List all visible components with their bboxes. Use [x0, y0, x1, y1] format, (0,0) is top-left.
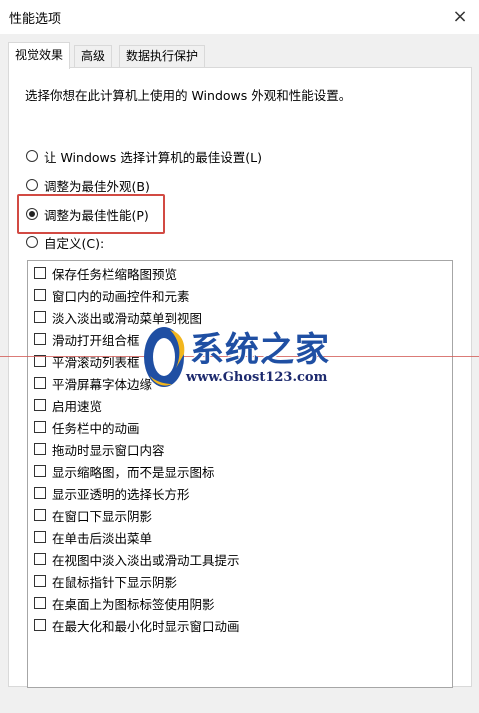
checkbox-label: 在窗口下显示阴影	[52, 508, 153, 524]
checkbox-label: 拖动时显示窗口内容	[52, 442, 165, 458]
window-title: 性能选项	[9, 12, 62, 27]
list-item[interactable]: 窗口内的动画控件和元素	[34, 285, 190, 305]
checkbox-label: 在鼠标指针下显示阴影	[52, 574, 178, 590]
tab-visual-effects[interactable]: 视觉效果	[8, 42, 71, 69]
list-item[interactable]: 在窗口下显示阴影	[34, 505, 152, 525]
checkbox[interactable]	[34, 487, 46, 499]
checkbox[interactable]	[34, 509, 46, 521]
title-bar: 性能选项 ×	[0, 0, 479, 34]
checkbox[interactable]	[34, 399, 46, 411]
checkbox[interactable]	[34, 289, 46, 301]
list-item[interactable]: 在单击后淡出菜单	[34, 527, 152, 547]
list-item[interactable]: 滑动打开组合框	[34, 329, 140, 349]
description-text: 选择你想在此计算机上使用的 Windows 外观和性能设置。	[25, 88, 352, 103]
radio-button[interactable]	[26, 150, 38, 162]
watermark-name: 系统之家	[190, 330, 330, 370]
radio-label: 自定义(C):	[44, 235, 105, 251]
checkbox[interactable]	[34, 443, 46, 455]
list-item[interactable]: 平滑滚动列表框	[34, 351, 140, 371]
list-item[interactable]: 在最大化和最小化时显示窗口动画	[34, 615, 240, 635]
checkbox-label: 显示亚透明的选择长方形	[52, 486, 190, 502]
checkbox-label: 平滑屏幕字体边缘	[52, 376, 153, 392]
checkbox[interactable]	[34, 597, 46, 609]
checkbox[interactable]	[34, 553, 46, 565]
list-item[interactable]: 显示缩略图，而不是显示图标	[34, 461, 215, 481]
checkbox-label: 在单击后淡出菜单	[52, 530, 153, 546]
list-item[interactable]: 保存任务栏缩略图预览	[34, 263, 177, 283]
radio-button-selected[interactable]	[26, 208, 38, 220]
list-item[interactable]: 在视图中淡入淡出或滑动工具提示	[34, 549, 240, 569]
checkbox[interactable]	[34, 333, 46, 345]
checkbox-label: 任务栏中的动画	[52, 420, 140, 436]
radio-let-windows-choose[interactable]: 让 Windows 选择计算机的最佳设置(L)	[26, 146, 262, 166]
checkbox-label: 窗口内的动画控件和元素	[52, 288, 190, 304]
checkbox[interactable]	[34, 531, 46, 543]
tab-strip: 视觉效果 高级 数据执行保护	[0, 42, 479, 69]
list-item[interactable]: 显示亚透明的选择长方形	[34, 483, 190, 503]
checkbox-label: 启用速览	[52, 398, 103, 414]
watermark: 系统之家 www.Ghost123.com	[140, 318, 350, 398]
radio-button[interactable]	[26, 236, 38, 248]
checkbox-label: 保存任务栏缩略图预览	[52, 266, 178, 282]
radio-custom[interactable]: 自定义(C):	[26, 232, 104, 252]
radio-button[interactable]	[26, 179, 38, 191]
radio-label: 让 Windows 选择计算机的最佳设置(L)	[44, 149, 262, 165]
close-icon[interactable]: ×	[445, 2, 475, 30]
checkbox-label: 在最大化和最小化时显示窗口动画	[52, 618, 240, 634]
list-item[interactable]: 拖动时显示窗口内容	[34, 439, 165, 459]
checkbox[interactable]	[34, 619, 46, 631]
radio-best-appearance[interactable]: 调整为最佳外观(B)	[26, 175, 150, 195]
list-item[interactable]: 启用速览	[34, 395, 102, 415]
list-item[interactable]: 在桌面上为图标标签使用阴影	[34, 593, 215, 613]
checkbox[interactable]	[34, 465, 46, 477]
list-item[interactable]: 任务栏中的动画	[34, 417, 140, 437]
checkbox[interactable]	[34, 421, 46, 433]
checkbox-label: 在桌面上为图标标签使用阴影	[52, 596, 215, 612]
tab-advanced[interactable]: 高级	[74, 45, 113, 68]
radio-best-performance[interactable]: 调整为最佳性能(P)	[26, 204, 149, 224]
checkbox-label: 平滑滚动列表框	[52, 354, 140, 370]
watermark-logo-icon	[144, 327, 185, 387]
checkbox[interactable]	[34, 377, 46, 389]
watermark-url: www.Ghost123.com	[186, 370, 328, 385]
tab-data-execution-prevention[interactable]: 数据执行保护	[119, 45, 206, 68]
list-item[interactable]: 平滑屏幕字体边缘	[34, 373, 152, 393]
checkbox[interactable]	[34, 267, 46, 279]
checkbox[interactable]	[34, 311, 46, 323]
radio-label: 调整为最佳性能(P)	[44, 207, 149, 223]
checkbox-label: 滑动打开组合框	[52, 332, 140, 348]
checkbox-label: 显示缩略图，而不是显示图标	[52, 464, 215, 480]
checkbox-label: 在视图中淡入淡出或滑动工具提示	[52, 552, 240, 568]
list-item[interactable]: 在鼠标指针下显示阴影	[34, 571, 177, 591]
radio-label: 调整为最佳外观(B)	[44, 178, 150, 194]
checkbox[interactable]	[34, 575, 46, 587]
